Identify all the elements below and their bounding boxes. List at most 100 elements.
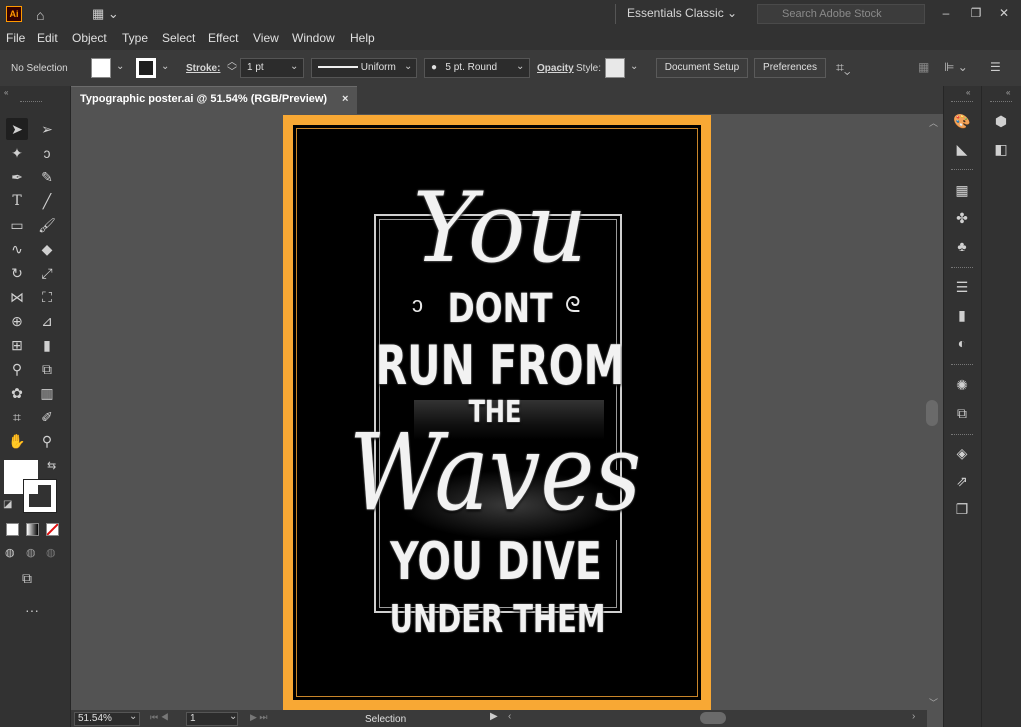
edit-toolbar-icon[interactable]: ··· <box>25 602 39 618</box>
swap-colors-icon[interactable]: ⇆ <box>47 459 56 472</box>
collapse-icon[interactable]: « <box>4 88 8 97</box>
menu-view[interactable]: View <box>253 31 279 45</box>
home-icon[interactable]: ⌂ <box>36 7 44 23</box>
appearance-icon[interactable]: ✺ <box>951 374 973 396</box>
draw-normal-icon[interactable]: ◍ <box>5 546 15 559</box>
first-artboard-icon[interactable]: ⏮ ◀ <box>150 712 169 723</box>
chevron-down-icon[interactable]: ⌄ <box>516 61 524 72</box>
panel-grip[interactable] <box>951 169 973 172</box>
transparency-icon[interactable]: ◐ <box>951 332 973 354</box>
artboard-tool-icon[interactable]: ⌗ <box>6 406 28 428</box>
chevron-down-icon[interactable]: ⌄ <box>290 61 298 72</box>
menu-type[interactable]: Type <box>122 31 148 45</box>
hand-tool-icon[interactable]: ✋ <box>6 430 28 452</box>
brushes-icon[interactable]: ✤ <box>951 207 973 229</box>
none-mode-icon[interactable] <box>46 523 59 536</box>
symbol-sprayer-tool-icon[interactable]: ✿ <box>6 382 28 404</box>
last-artboard-icon[interactable]: ▶ ⏭ <box>250 712 268 723</box>
perspective-grid-tool-icon[interactable]: ⊿ <box>36 310 58 332</box>
chevron-down-icon[interactable]: ⌄ <box>630 61 638 72</box>
workspace-switcher[interactable]: Essentials Classic ⌄ <box>627 6 737 20</box>
arrange-documents-icon[interactable]: ▦ ⌄ <box>92 6 119 22</box>
pen-tool-icon[interactable]: ✒ <box>6 166 28 188</box>
symbols-icon[interactable]: ♣ <box>951 235 973 257</box>
free-transform-tool-icon[interactable]: ⛶ <box>36 286 58 308</box>
rotate-tool-icon[interactable]: ↻ <box>6 262 28 284</box>
eraser-tool-icon[interactable]: ◆ <box>36 238 58 260</box>
type-tool-icon[interactable]: T <box>6 190 28 212</box>
properties-icon[interactable]: ⬢ <box>990 110 1012 132</box>
libraries-icon[interactable]: ◧ <box>990 138 1012 160</box>
panel-grip[interactable] <box>951 267 973 270</box>
paintbrush-tool-icon[interactable]: 🖌 <box>36 214 58 236</box>
stroke-label[interactable]: Stroke: <box>186 63 220 74</box>
panel-grip[interactable] <box>951 364 973 367</box>
horizontal-scroll-thumb[interactable] <box>700 712 726 724</box>
slice-tool-icon[interactable]: ✐ <box>36 406 58 428</box>
gradient-panel-icon[interactable]: ▮ <box>951 304 973 326</box>
collapse-icon[interactable]: « <box>966 88 970 97</box>
draw-behind-icon[interactable]: ◍ <box>26 546 36 559</box>
brush-definition[interactable]: ● 5 pt. Round <box>424 58 530 78</box>
panel-grip[interactable] <box>951 101 973 104</box>
close-icon[interactable]: ✕ <box>995 4 1013 22</box>
menu-help[interactable]: Help <box>350 31 375 45</box>
stroke-stepper-icon[interactable]: ︿ ﹀ <box>227 58 237 78</box>
eyedropper-tool-icon[interactable]: ⚲ <box>6 358 28 380</box>
menu-window[interactable]: Window <box>292 31 335 45</box>
stroke-panel-icon[interactable]: ☰ <box>951 276 973 298</box>
curvature-tool-icon[interactable]: ✎ <box>36 166 58 188</box>
scroll-right-icon[interactable]: › <box>912 711 915 722</box>
shaper-tool-icon[interactable]: ∿ <box>6 238 28 260</box>
mesh-tool-icon[interactable]: ⊞ <box>6 334 28 356</box>
scale-tool-icon[interactable]: ⤢ <box>36 262 58 284</box>
scroll-up-icon[interactable]: ︿ <box>929 116 938 129</box>
stroke-swatch[interactable] <box>136 58 156 78</box>
shape-builder-tool-icon[interactable]: ⊕ <box>6 310 28 332</box>
panel-grip[interactable] <box>951 434 973 437</box>
restore-icon[interactable]: ❐ <box>967 4 985 22</box>
gradient-tool-icon[interactable]: ▮ <box>36 334 58 356</box>
panel-menu-icon[interactable]: ☰ <box>990 60 1001 74</box>
menu-effect[interactable]: Effect <box>208 31 238 45</box>
panel-grip[interactable] <box>20 101 42 104</box>
align-icon[interactable]: ▦ <box>918 60 929 74</box>
puppet-warp-icon[interactable]: ⌗⌄ <box>836 59 851 76</box>
menu-select[interactable]: Select <box>162 31 195 45</box>
document-tab-title[interactable]: Typographic poster.ai @ 51.54% (RGB/Prev… <box>80 93 327 105</box>
status-menu-icon[interactable]: ▶ <box>490 711 498 722</box>
rectangle-tool-icon[interactable]: ▭ <box>6 214 28 236</box>
menu-edit[interactable]: Edit <box>37 31 58 45</box>
artboards-icon[interactable]: ❐ <box>951 498 973 520</box>
fill-swatch[interactable] <box>91 58 111 78</box>
direct-selection-tool-icon[interactable]: ➢ <box>36 118 58 140</box>
stroke-color-box[interactable] <box>23 479 57 513</box>
swatches-icon[interactable]: ▦ <box>951 179 973 201</box>
scroll-down-icon[interactable]: ﹀ <box>929 696 938 709</box>
chevron-down-icon[interactable]: ⌄ <box>229 711 237 722</box>
column-graph-tool-icon[interactable]: ▥ <box>36 382 58 404</box>
close-tab-icon[interactable]: × <box>342 93 348 105</box>
magic-wand-tool-icon[interactable]: ✦ <box>6 142 28 164</box>
default-colors-icon[interactable]: ◪ <box>3 499 12 510</box>
scroll-thumb[interactable] <box>926 400 938 426</box>
blend-tool-icon[interactable]: ⧉ <box>36 358 58 380</box>
opacity-label[interactable]: Opacity <box>537 63 574 74</box>
gradient-mode-icon[interactable] <box>26 523 39 536</box>
graphic-style-swatch[interactable] <box>605 58 625 78</box>
selection-tool-icon[interactable]: ➤ <box>6 118 28 140</box>
screen-mode-icon[interactable]: ⧉ <box>22 570 32 587</box>
chevron-down-icon[interactable]: ⌄ <box>129 711 137 722</box>
scroll-left-icon[interactable]: ‹ <box>508 711 511 722</box>
document-setup-button[interactable]: Document Setup <box>656 58 748 78</box>
chevron-down-icon[interactable]: ⌄ <box>161 61 169 72</box>
draw-inside-icon[interactable]: ◍ <box>46 546 56 559</box>
line-tool-icon[interactable]: ╱ <box>36 190 58 212</box>
layers-icon[interactable]: ◈ <box>951 442 973 464</box>
chevron-down-icon[interactable]: ⌄ <box>116 61 124 72</box>
stock-search-input[interactable]: Search Adobe Stock <box>757 4 925 24</box>
minimize-icon[interactable]: – <box>937 4 955 22</box>
menu-file[interactable]: File <box>6 31 25 45</box>
color-guide-icon[interactable]: ◣ <box>951 138 973 160</box>
color-mode-icon[interactable] <box>6 523 19 536</box>
